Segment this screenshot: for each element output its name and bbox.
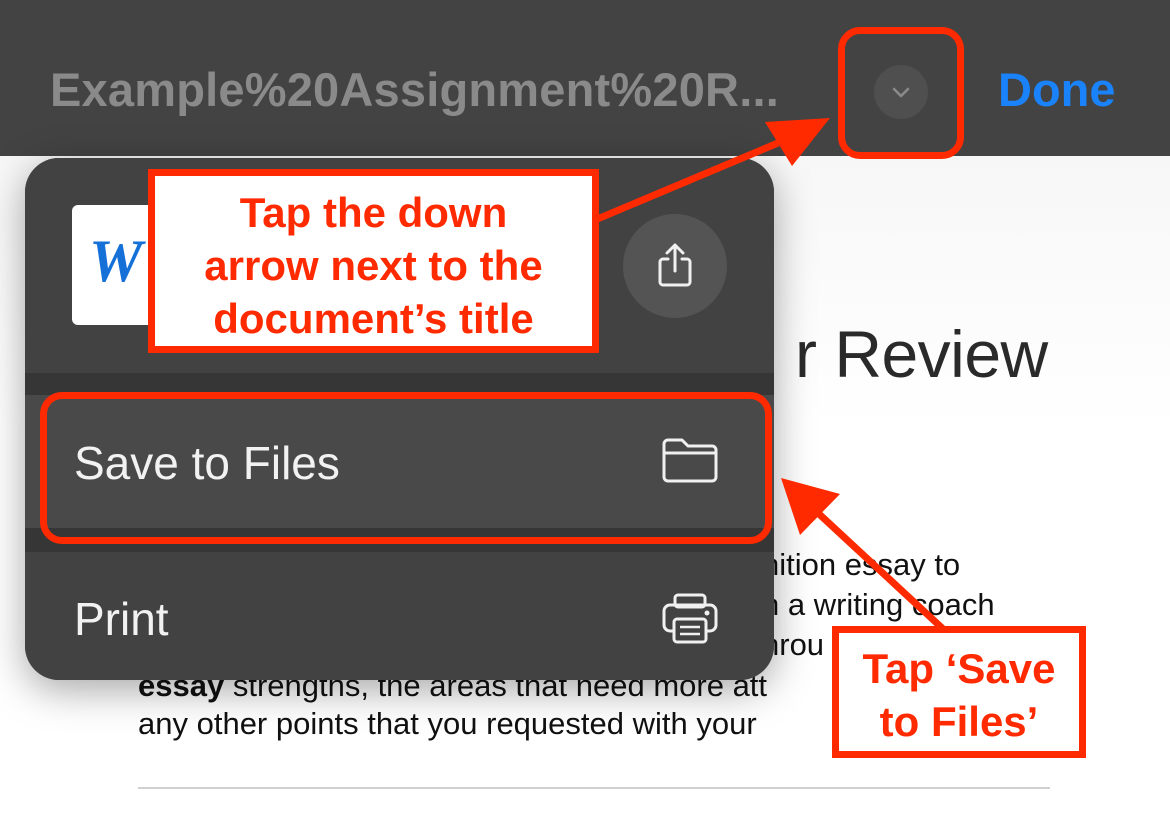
save-to-files-highlight	[40, 392, 772, 544]
divider	[138, 787, 1050, 789]
chevron-highlight	[838, 27, 964, 159]
done-button[interactable]: Done	[998, 62, 1116, 117]
print-item[interactable]: Print	[25, 552, 774, 680]
share-icon	[658, 243, 692, 287]
callout-tap-save: Tap ‘Save to Files’	[832, 626, 1086, 758]
printer-icon	[662, 593, 718, 644]
menu-item-label: Print	[74, 593, 169, 645]
top-bar: Example%20Assignment%20R... Done	[0, 0, 1170, 156]
callout-tap-down-arrow: Tap the down arrow next to the document’…	[148, 169, 599, 353]
document-line: n a writing coach	[762, 587, 995, 622]
document-heading: r Review	[795, 317, 1048, 391]
document-line: nition essay to	[762, 547, 961, 582]
share-button[interactable]	[623, 214, 727, 318]
document-title[interactable]: Example%20Assignment%20R...	[50, 62, 779, 117]
